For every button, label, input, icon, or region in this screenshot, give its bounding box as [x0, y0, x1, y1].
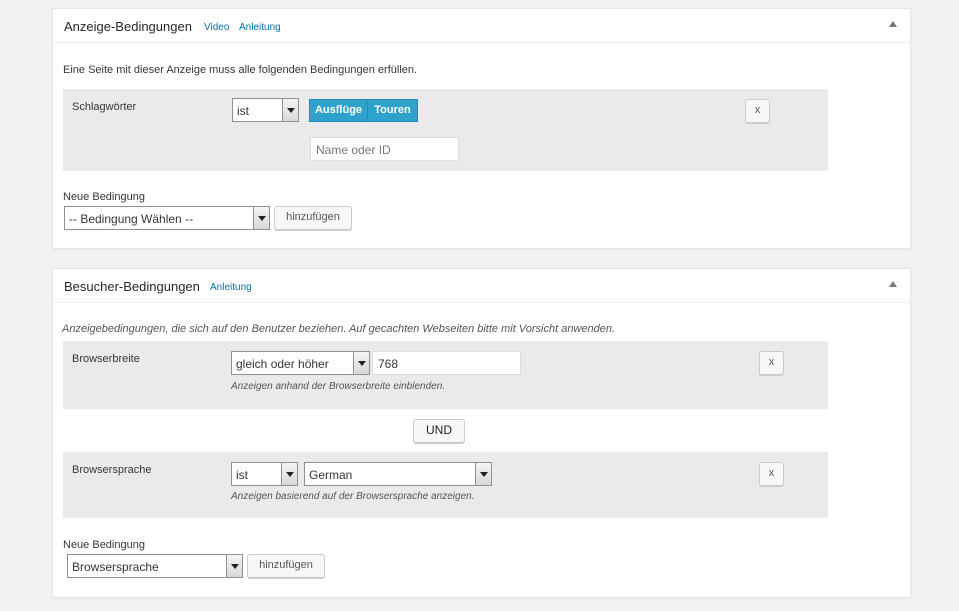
tag-operator-select[interactable]: ist [232, 98, 299, 122]
chevron-down-icon[interactable] [475, 463, 491, 485]
condition-row-browser-language: Browsersprache ist German Anzeigen basie… [63, 452, 828, 518]
add-condition-button[interactable]: hinzufügen [247, 554, 325, 578]
remove-condition-button[interactable]: x [759, 351, 784, 375]
collapse-arrow-icon[interactable] [889, 281, 897, 287]
remove-condition-button[interactable]: x [745, 99, 770, 123]
condition-row-tags: Schlagwörter ist Ausflüge Touren Name od… [63, 89, 828, 171]
ad-conditions-header[interactable]: Anzeige-Bedingungen Video Anleitung [53, 9, 910, 43]
new-condition-label: Neue Bedingung [63, 191, 145, 203]
new-condition-select[interactable]: -- Bedingung Wählen -- [64, 206, 270, 230]
visitor-conditions-box: Besucher-Bedingungen Anleitung Anzeigebe… [52, 268, 911, 598]
ad-conditions-box: Anzeige-Bedingungen Video Anleitung Eine… [52, 8, 911, 249]
new-condition-select[interactable]: Browsersprache [67, 554, 243, 578]
manual-link[interactable]: Anleitung [210, 282, 252, 293]
collapse-arrow-icon[interactable] [889, 21, 897, 27]
condition-label: Browsersprache [72, 464, 152, 476]
add-condition-button[interactable]: hinzufügen [274, 206, 352, 230]
chevron-down-icon[interactable] [282, 99, 298, 121]
width-value-input[interactable]: 768 [372, 351, 521, 375]
remove-condition-button[interactable]: x [759, 462, 784, 486]
condition-label: Schlagwörter [72, 101, 137, 113]
tag-button-touren[interactable]: Touren [367, 99, 418, 122]
width-operator-select[interactable]: gleich oder höher [231, 351, 370, 375]
condition-help: Anzeigen anhand der Browserbreite einble… [231, 381, 446, 392]
chevron-down-icon[interactable] [226, 555, 242, 577]
condition-label: Browserbreite [72, 353, 140, 365]
ad-conditions-title: Anzeige-Bedingungen [64, 19, 192, 34]
video-link[interactable]: Video [204, 22, 229, 33]
language-operator-select[interactable]: ist [231, 462, 298, 486]
tag-button-ausfluege[interactable]: Ausflüge [309, 99, 368, 122]
visitor-conditions-header[interactable]: Besucher-Bedingungen Anleitung [53, 269, 910, 303]
chevron-down-icon[interactable] [281, 463, 297, 485]
condition-help: Anzeigen basierend auf der Browsersprach… [231, 491, 475, 502]
manual-link[interactable]: Anleitung [239, 22, 281, 33]
new-condition-label: Neue Bedingung [63, 539, 145, 551]
visitor-conditions-description: Anzeigebedingungen, die sich auf den Ben… [62, 323, 616, 335]
language-value-select[interactable]: German [304, 462, 492, 486]
chevron-down-icon[interactable] [353, 352, 369, 374]
ad-conditions-description: Eine Seite mit dieser Anzeige muss alle … [63, 64, 418, 76]
condition-row-browser-width: Browserbreite gleich oder höher 768 Anze… [63, 341, 828, 409]
and-connector-button[interactable]: UND [413, 419, 465, 443]
chevron-down-icon[interactable] [253, 207, 269, 229]
tag-search-input[interactable]: Name oder ID [310, 137, 459, 161]
visitor-conditions-title: Besucher-Bedingungen [64, 279, 200, 294]
